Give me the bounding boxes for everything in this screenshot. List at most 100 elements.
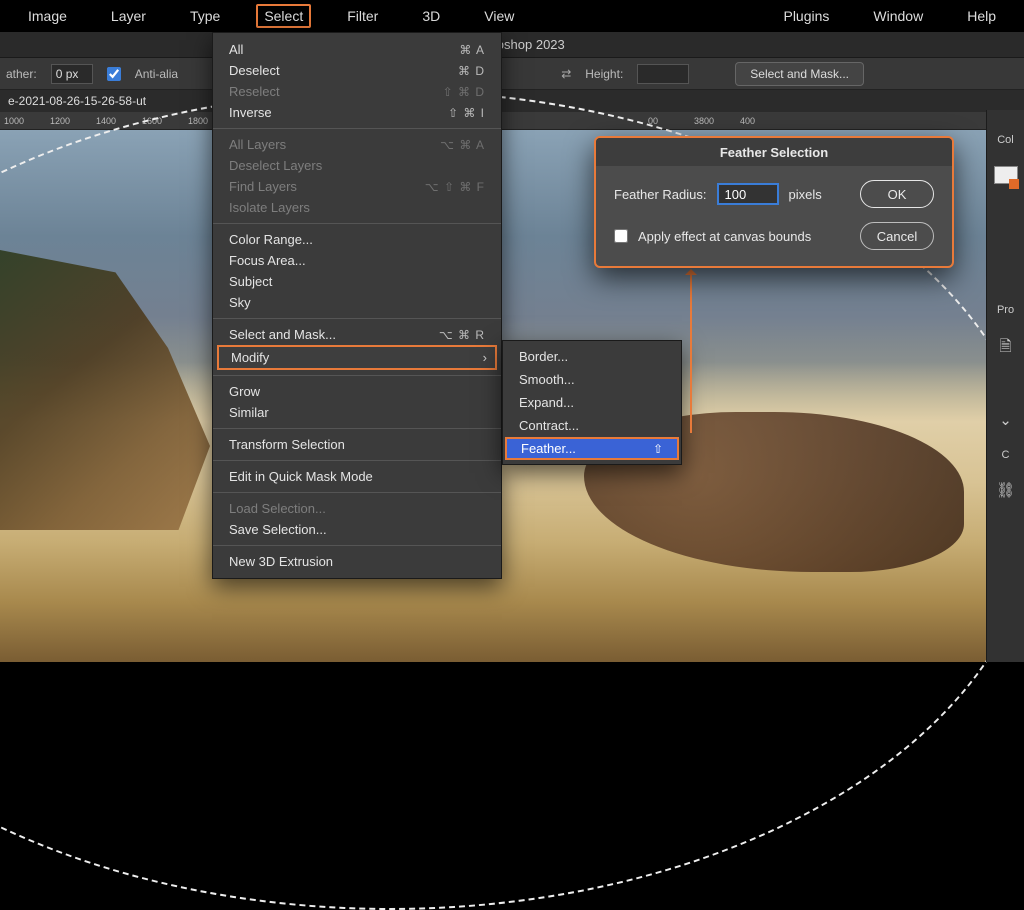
menu-select[interactable]: Select: [256, 4, 311, 28]
annotation-arrow: [690, 275, 692, 433]
menu-item-save-selection[interactable]: Save Selection...: [213, 519, 501, 540]
menu-item-inverse[interactable]: Inverse ⇧ ⌘ I: [213, 102, 501, 123]
menu-item-focus-area[interactable]: Focus Area...: [213, 250, 501, 271]
menu-filter[interactable]: Filter: [339, 4, 386, 28]
antialias-checkbox[interactable]: [107, 67, 121, 81]
menu-separator: [213, 492, 501, 493]
submenu-item-border[interactable]: Border...: [503, 345, 681, 368]
dialog-title: Feather Selection: [596, 138, 952, 166]
menu-item-grow[interactable]: Grow: [213, 381, 501, 402]
menu-item-deselect[interactable]: Deselect ⌘ D: [213, 60, 501, 81]
menu-separator: [213, 545, 501, 546]
menu-separator: [213, 223, 501, 224]
feather-radius-input[interactable]: [717, 183, 779, 205]
feather-input[interactable]: [51, 64, 93, 84]
document-icon[interactable]: 🗎: [999, 336, 1011, 361]
menu-item-shortcut: ⌘ A: [459, 43, 485, 57]
color-panel-label[interactable]: Col: [997, 134, 1014, 146]
feather-radius-label: Feather Radius:: [614, 187, 707, 202]
submenu-item-contract[interactable]: Contract...: [503, 414, 681, 437]
menu-plugins[interactable]: Plugins: [775, 4, 837, 28]
menu-layer[interactable]: Layer: [103, 4, 154, 28]
menu-window[interactable]: Window: [865, 4, 931, 28]
select-and-mask-button[interactable]: Select and Mask...: [735, 62, 864, 86]
right-panel-strip: Col Pro 🗎 ⌄ C ⛓: [986, 110, 1024, 662]
horizontal-ruler: 10001200 14001600 1800 003800 400: [0, 112, 1024, 130]
menu-item-label: Color Range...: [229, 232, 313, 247]
menu-item-label: Save Selection...: [229, 522, 327, 537]
menu-item-edit-in-quick-mask-mode[interactable]: Edit in Quick Mask Mode: [213, 466, 501, 487]
select-menu-dropdown: All ⌘ A Deselect ⌘ D Reselect ⇧ ⌘ D Inverse ⇧ ⌘…: [212, 32, 502, 579]
menu-image[interactable]: Image: [20, 4, 75, 28]
menu-item-all[interactable]: All ⌘ A: [213, 39, 501, 60]
apply-at-bounds-label: Apply effect at canvas bounds: [638, 229, 811, 244]
color-swatch[interactable]: [994, 166, 1018, 184]
submenu-item-label: Contract...: [519, 418, 579, 433]
link-icon[interactable]: ⛓: [996, 481, 1015, 499]
antialias-label: Anti-alia: [135, 67, 178, 81]
submenu-item-label: Feather...: [521, 441, 576, 456]
menu-item-shortcut: ⇧ ⌘ I: [448, 106, 485, 120]
menu-item-modify[interactable]: Modify: [217, 345, 497, 370]
document-tab[interactable]: e-2021-08-26-15-26-58-ut: [0, 90, 1024, 112]
menu-item-transform-selection[interactable]: Transform Selection: [213, 434, 501, 455]
menu-item-label: Load Selection...: [229, 501, 326, 516]
menu-item-label: Transform Selection: [229, 437, 345, 452]
feather-label: ather:: [6, 67, 37, 81]
height-input[interactable]: [637, 64, 689, 84]
options-bar: ather: Anti-alia ⇄ Height: Select and Ma…: [0, 58, 1024, 90]
submenu-item-label: Expand...: [519, 395, 574, 410]
menu-item-label: Sky: [229, 295, 251, 310]
menu-item-sky[interactable]: Sky: [213, 292, 501, 313]
menu-3d[interactable]: 3D: [414, 4, 448, 28]
menu-item-select-and-mask[interactable]: Select and Mask... ⌥ ⌘ R: [213, 324, 501, 345]
menu-item-all-layers: All Layers ⌥ ⌘ A: [213, 134, 501, 155]
menu-item-label: All Layers: [229, 137, 286, 152]
menu-item-label: Find Layers: [229, 179, 297, 194]
menu-item-shortcut: ⌥ ⌘ A: [440, 138, 485, 152]
menu-separator: [213, 128, 501, 129]
menu-item-label: Reselect: [229, 84, 280, 99]
submenu-item-label: Smooth...: [519, 372, 575, 387]
menu-item-load-selection: Load Selection...: [213, 498, 501, 519]
chevron-down-icon[interactable]: ⌄: [999, 411, 1012, 429]
app-titlebar: e Photoshop 2023: [0, 32, 1024, 58]
menu-separator: [213, 428, 501, 429]
menu-help[interactable]: Help: [959, 4, 1004, 28]
menu-view[interactable]: View: [476, 4, 522, 28]
feather-radius-unit: pixels: [789, 187, 822, 202]
menu-item-label: Inverse: [229, 105, 272, 120]
menu-item-shortcut: ⇧ ⌘ D: [443, 85, 485, 99]
ok-button[interactable]: OK: [860, 180, 934, 208]
menu-item-color-range[interactable]: Color Range...: [213, 229, 501, 250]
properties-panel-label[interactable]: Pro: [997, 304, 1014, 316]
swap-dimensions-icon[interactable]: ⇄: [561, 67, 571, 81]
submenu-item-shortcut: ⇧: [653, 442, 663, 456]
menu-item-label: Select and Mask...: [229, 327, 336, 342]
menu-separator: [213, 375, 501, 376]
submenu-item-feather[interactable]: Feather... ⇧: [505, 437, 679, 460]
menu-item-label: Modify: [231, 350, 269, 365]
apply-at-bounds-checkbox[interactable]: [614, 229, 628, 243]
menu-item-label: All: [229, 42, 243, 57]
menu-item-shortcut: ⌘ D: [458, 64, 485, 78]
menu-separator: [213, 318, 501, 319]
menu-type[interactable]: Type: [182, 4, 228, 28]
menu-item-shortcut: ⌥ ⌘ R: [439, 328, 485, 342]
submenu-item-expand[interactable]: Expand...: [503, 391, 681, 414]
menu-item-find-layers: Find Layers⌥ ⇧ ⌘ F: [213, 176, 501, 197]
modify-submenu: Border... Smooth... Expand... Contract... Fe…: [502, 340, 682, 465]
submenu-item-label: Border...: [519, 349, 568, 364]
menu-item-isolate-layers: Isolate Layers: [213, 197, 501, 218]
menu-item-subject[interactable]: Subject: [213, 271, 501, 292]
menu-item-label: Deselect: [229, 63, 280, 78]
menu-item-deselect-layers: Deselect Layers: [213, 155, 501, 176]
channels-panel-label[interactable]: C: [1002, 449, 1010, 461]
submenu-item-smooth[interactable]: Smooth...: [503, 368, 681, 391]
menu-item-label: Subject: [229, 274, 272, 289]
menu-item-label: New 3D Extrusion: [229, 554, 333, 569]
cancel-button[interactable]: Cancel: [860, 222, 934, 250]
menu-item-label: Edit in Quick Mask Mode: [229, 469, 373, 484]
menu-item-similar[interactable]: Similar: [213, 402, 501, 423]
menu-item-new-3d-extrusion[interactable]: New 3D Extrusion: [213, 551, 501, 572]
